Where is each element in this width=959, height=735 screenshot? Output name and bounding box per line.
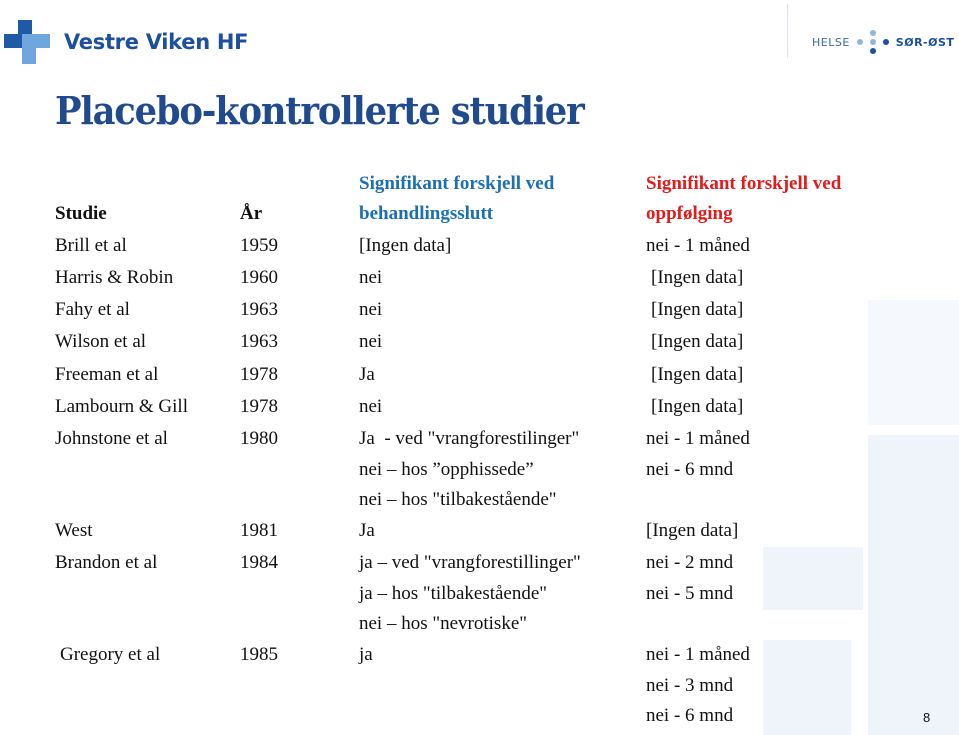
page-number: 8 xyxy=(923,710,931,725)
table-cell-end-of-treatment: nei xyxy=(359,331,383,352)
table-cell-study: Gregory et al xyxy=(60,644,161,665)
table-cell-follow-up: nei - 3 mnd xyxy=(646,674,734,696)
table-cell-study: West xyxy=(55,520,93,541)
table-cell-year: 1981 xyxy=(240,520,278,541)
table-cell-follow-up: nei - 1 måned xyxy=(646,644,750,665)
table-cell-study: Freeman et al xyxy=(55,364,159,385)
table-cell-year: 1963 xyxy=(240,331,278,352)
table-cell-end-of-treatment: nei – hos ”opphissede” xyxy=(359,458,534,480)
table-cell-follow-up: [Ingen data] xyxy=(651,364,744,385)
table-cell-end-of-treatment: [Ingen data] xyxy=(359,235,452,256)
table-cell-follow-up: nei - 1 måned xyxy=(646,235,750,256)
header-follow-up-2: oppfølging xyxy=(646,203,733,224)
table-cell-year: 1980 xyxy=(240,428,278,449)
table-cell-year: 1978 xyxy=(240,364,278,385)
table-cell-end-of-treatment: Ja xyxy=(359,364,375,385)
table-cell-end-of-treatment: ja – hos "tilbakestående" xyxy=(359,582,548,604)
table-cell-study: Harris & Robin xyxy=(55,267,174,288)
table-cell-study: Wilson et al xyxy=(55,331,147,352)
table-cell-study: Fahy et al xyxy=(55,299,130,320)
table-cell-follow-up: [Ingen data] xyxy=(651,299,744,320)
table-cell-end-of-treatment: nei – hos "tilbakestående" xyxy=(359,489,557,510)
header-end-of-treatment-2: behandlingsslutt xyxy=(359,203,494,224)
table-cell-end-of-treatment: ja xyxy=(359,644,373,665)
table-cell-follow-up: nei - 6 mnd xyxy=(646,705,734,726)
table-cell-year: 1960 xyxy=(240,267,278,288)
table-cell-follow-up: [Ingen data] xyxy=(646,520,739,541)
header-year: År xyxy=(240,203,263,224)
table-cell-year: 1959 xyxy=(240,235,278,256)
table-cell-end-of-treatment: ja – ved "vrangforestillinger" xyxy=(359,552,581,573)
header-follow-up: Signifikant forskjell ved xyxy=(646,173,842,194)
table-cell-year: 1978 xyxy=(240,396,278,417)
table-cell-study: Lambourn & Gill xyxy=(55,396,188,417)
table-cell-year: 1984 xyxy=(240,552,278,573)
table-cell-study: Johnstone et al xyxy=(55,428,168,449)
table-cell-follow-up: nei - 5 mnd xyxy=(646,582,734,604)
table-cell-end-of-treatment: nei – hos "nevrotiske" xyxy=(359,613,528,634)
table-cell-follow-up: nei - 6 mnd xyxy=(646,458,734,480)
table-cell-end-of-treatment: nei xyxy=(359,396,383,417)
table-cell-year: 1985 xyxy=(240,644,278,665)
table-cell-study: Brandon et al xyxy=(55,552,158,573)
table-cell-follow-up: [Ingen data] xyxy=(651,331,744,352)
table-cell-end-of-treatment: nei xyxy=(359,299,383,320)
table-cell-end-of-treatment: nei xyxy=(359,267,383,288)
table-cell-end-of-treatment: Ja - ved "vrangforestilinger" xyxy=(359,428,580,449)
table-cell-follow-up: [Ingen data] xyxy=(651,396,744,417)
table-cell-year: 1963 xyxy=(240,299,278,320)
table-cell-study: Brill et al xyxy=(55,235,127,256)
table-cell-follow-up: nei - 2 mnd xyxy=(646,552,734,573)
header-end-of-treatment: Signifikant forskjell ved xyxy=(359,173,555,194)
studies-table: Studie År Signifikant forskjell ved beha… xyxy=(0,0,959,735)
table-cell-follow-up: [Ingen data] xyxy=(651,267,744,288)
table-cell-end-of-treatment: Ja xyxy=(359,520,375,541)
header-study: Studie xyxy=(55,203,107,224)
table-cell-follow-up: nei - 1 måned xyxy=(646,428,750,449)
